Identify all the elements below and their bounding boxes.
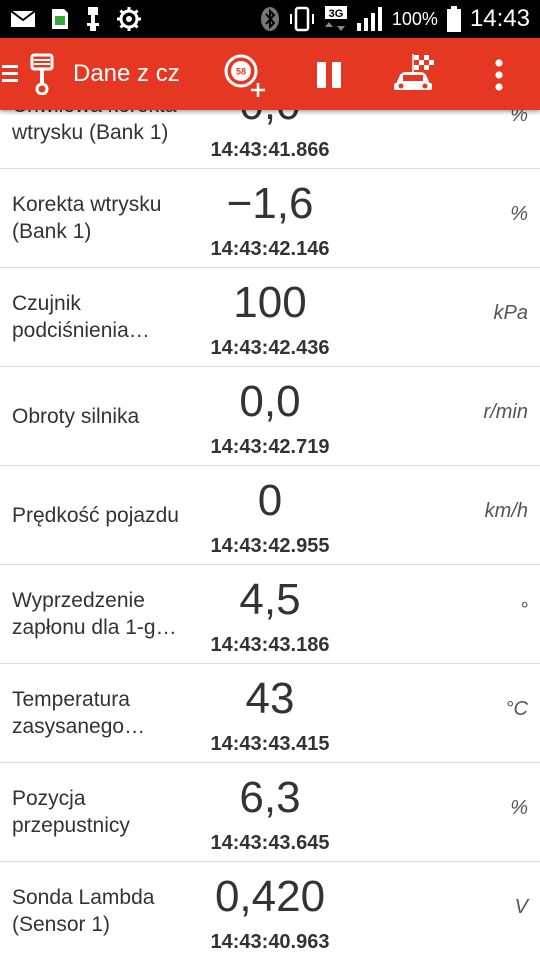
sensor-timestamp: 14:43:42.436 bbox=[210, 337, 330, 359]
battery-percent: 100% bbox=[391, 8, 438, 29]
bluetooth-icon bbox=[260, 6, 280, 32]
sensor-timestamp: 14:43:43.645 bbox=[210, 832, 330, 854]
list-item[interactable]: Wyprzedzenie zapłonu dla 1-g… 4,5 14:43:… bbox=[0, 565, 540, 664]
list-item[interactable]: Korekta wtrysku (Bank 1) −1,6 14:43:42.1… bbox=[0, 169, 540, 268]
sensor-value: 0,0 bbox=[239, 377, 301, 426]
sensor-label: Wyprzedzenie zapłonu dla 1-g… bbox=[12, 589, 177, 639]
more-vert-icon[interactable] bbox=[487, 58, 511, 92]
list-item[interactable]: Czujnik podciśnienia… 100 14:43:42.436 k… bbox=[0, 268, 540, 367]
sensor-timestamp: 14:43:42.146 bbox=[210, 238, 330, 260]
sensor-value: 0 bbox=[257, 476, 283, 525]
list-item[interactable]: Prędkość pojazdu 0 14:43:42.955 km/h bbox=[0, 466, 540, 565]
sensor-value: 100 bbox=[233, 278, 307, 327]
sensor-label: Pozycja przepustnicy bbox=[12, 787, 130, 837]
menu-icon[interactable] bbox=[0, 58, 20, 90]
network-3g-icon: 3G bbox=[324, 5, 348, 33]
network-type-label: 3G bbox=[329, 8, 344, 20]
list-item[interactable]: Obroty silnika 0,0 14:43:42.719 r/min bbox=[0, 367, 540, 466]
race-car-icon[interactable] bbox=[392, 54, 436, 94]
sensor-unit: % bbox=[510, 203, 528, 225]
sensor-label: Sonda Lambda (Sensor 1) bbox=[12, 886, 155, 936]
sensor-timestamp: 14:43:41.866 bbox=[210, 139, 330, 161]
status-bar: 3G 100% 14:43 bbox=[0, 0, 540, 38]
sensor-label-wrap: Sonda Lambda (Sensor 1) bbox=[12, 862, 202, 960]
sensor-label-wrap: Prędkość pojazdu bbox=[12, 466, 202, 564]
usb-debug-icon bbox=[84, 6, 102, 32]
sensor-value: 6,3 bbox=[239, 773, 301, 822]
sensor-timestamp: 14:43:42.955 bbox=[210, 535, 330, 557]
sensor-unit: % bbox=[510, 110, 528, 126]
sensor-label: Korekta wtrysku (Bank 1) bbox=[12, 193, 162, 243]
mail-icon bbox=[10, 9, 36, 29]
sensor-label: Chwilowa korekta wtrysku (Bank 1) bbox=[12, 110, 177, 144]
sensor-label-wrap: Obroty silnika bbox=[12, 367, 202, 465]
sensor-value: 43 bbox=[245, 674, 295, 723]
sensor-label-wrap: Pozycja przepustnicy bbox=[12, 763, 202, 861]
sensor-timestamp: 14:43:43.415 bbox=[210, 733, 330, 755]
sensor-label-wrap: Wyprzedzenie zapłonu dla 1-g… bbox=[12, 565, 202, 663]
sensor-value: 4,5 bbox=[239, 575, 301, 624]
pause-icon[interactable] bbox=[313, 60, 345, 90]
status-bar-left bbox=[10, 6, 142, 32]
sensor-label: Temperatura zasysanego… bbox=[12, 688, 146, 738]
sensor-label: Obroty silnika bbox=[12, 404, 140, 428]
gauge-icon-label: 58 bbox=[236, 67, 246, 77]
battery-icon bbox=[446, 5, 462, 33]
sensor-timestamp: 14:43:40.963 bbox=[210, 931, 330, 953]
sensor-unit: ° bbox=[520, 599, 528, 621]
sensor-label-wrap: Temperatura zasysanego… bbox=[12, 664, 202, 762]
list-item[interactable]: Chwilowa korekta wtrysku (Bank 1) 0,0 14… bbox=[0, 110, 540, 169]
sim-card-icon bbox=[50, 8, 70, 30]
sensor-value: 0,420 bbox=[214, 872, 326, 921]
add-gauge-icon[interactable]: 58 bbox=[222, 52, 268, 98]
sensor-label: Prędkość pojazdu bbox=[12, 503, 179, 527]
sensor-value: 0,0 bbox=[190, 110, 350, 132]
sensor-timestamp: 14:43:43.186 bbox=[210, 634, 330, 656]
settings-icon bbox=[116, 6, 142, 32]
status-time: 14:43 bbox=[469, 5, 530, 32]
sensor-label: Czujnik podciśnienia… bbox=[12, 292, 150, 342]
sensor-label-wrap: Korekta wtrysku (Bank 1) bbox=[12, 169, 202, 267]
sensor-unit: r/min bbox=[483, 401, 528, 423]
sensor-timestamp: 14:43:42.719 bbox=[210, 436, 330, 458]
engine-piston-icon[interactable] bbox=[26, 52, 58, 96]
sensor-unit: V bbox=[514, 896, 528, 918]
sensor-unit: kPa bbox=[493, 302, 528, 324]
vibrate-icon bbox=[288, 6, 316, 32]
signal-icon bbox=[356, 6, 384, 32]
sensor-label-wrap: Chwilowa korekta wtrysku (Bank 1) bbox=[12, 110, 202, 168]
status-bar-right: 3G 100% 14:43 bbox=[260, 3, 530, 35]
sensor-unit: °C bbox=[505, 698, 528, 720]
app-bar: Dane z cz 58 bbox=[0, 38, 540, 110]
sensor-value: −1,6 bbox=[226, 179, 314, 228]
list-item[interactable]: Sonda Lambda (Sensor 1) 0,420 14:43:40.9… bbox=[0, 862, 540, 960]
page-title: Dane z cz bbox=[73, 60, 180, 87]
sensor-list[interactable]: Chwilowa korekta wtrysku (Bank 1) 0,0 14… bbox=[0, 110, 540, 960]
list-item[interactable]: Pozycja przepustnicy 6,3 14:43:43.645 % bbox=[0, 763, 540, 862]
sensor-unit: km/h bbox=[484, 500, 528, 522]
sensor-unit: % bbox=[510, 797, 528, 819]
list-item[interactable]: Temperatura zasysanego… 43 14:43:43.415 … bbox=[0, 664, 540, 763]
sensor-label-wrap: Czujnik podciśnienia… bbox=[12, 268, 202, 366]
